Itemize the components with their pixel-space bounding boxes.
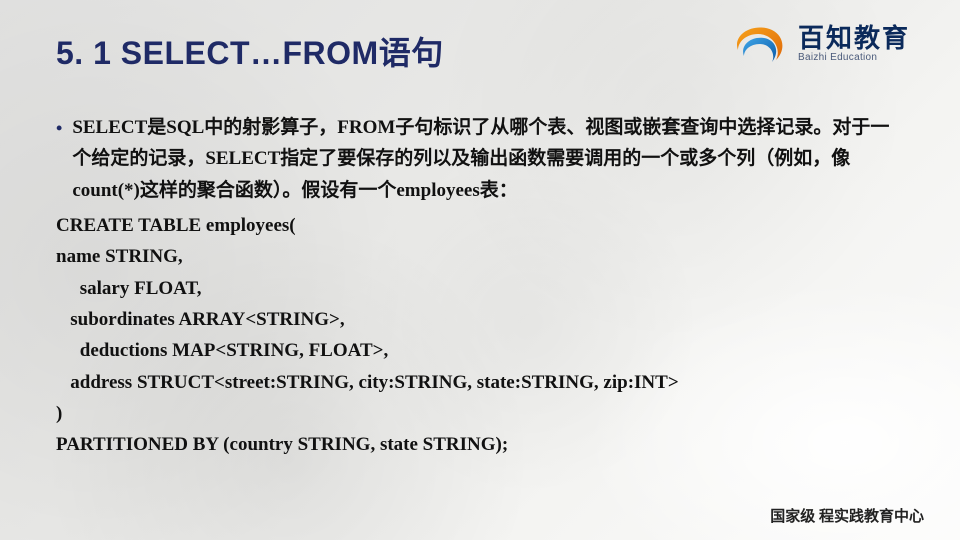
slide-body: • SELECT是SQL中的射影算子，FROM子句标识了从哪个表、视图或嵌套查询… (56, 112, 904, 461)
code-line-4: subordinates ARRAY<STRING>, (56, 304, 904, 335)
code-line-3: salary FLOAT, (56, 273, 904, 304)
logo-swoosh-icon (732, 20, 788, 68)
brand-logo: 百知教育 Baizhi Education (732, 20, 910, 68)
logo-text: 百知教育 Baizhi Education (798, 25, 910, 63)
code-line-2: name STRING, (56, 241, 904, 272)
code-line-1: CREATE TABLE employees( (56, 210, 904, 241)
logo-name-cn: 百知教育 (798, 25, 910, 51)
bullet-dot-icon: • (56, 112, 62, 206)
code-line-8: PARTITIONED BY (country STRING, state ST… (56, 429, 904, 460)
slide: 百知教育 Baizhi Education 5. 1 SELECT…FROM语句… (0, 0, 960, 540)
code-line-6: address STRUCT<street:STRING, city:STRIN… (56, 367, 904, 398)
bullet-paragraph: • SELECT是SQL中的射影算子，FROM子句标识了从哪个表、视图或嵌套查询… (56, 112, 904, 206)
code-line-7: ) (56, 398, 904, 429)
code-line-5: deductions MAP<STRING, FLOAT>, (56, 335, 904, 366)
bullet-text: SELECT是SQL中的射影算子，FROM子句标识了从哪个表、视图或嵌套查询中选… (72, 112, 904, 206)
footer-text: 国家级 程实践教育中心 (770, 505, 924, 526)
logo-name-en: Baizhi Education (798, 53, 910, 63)
